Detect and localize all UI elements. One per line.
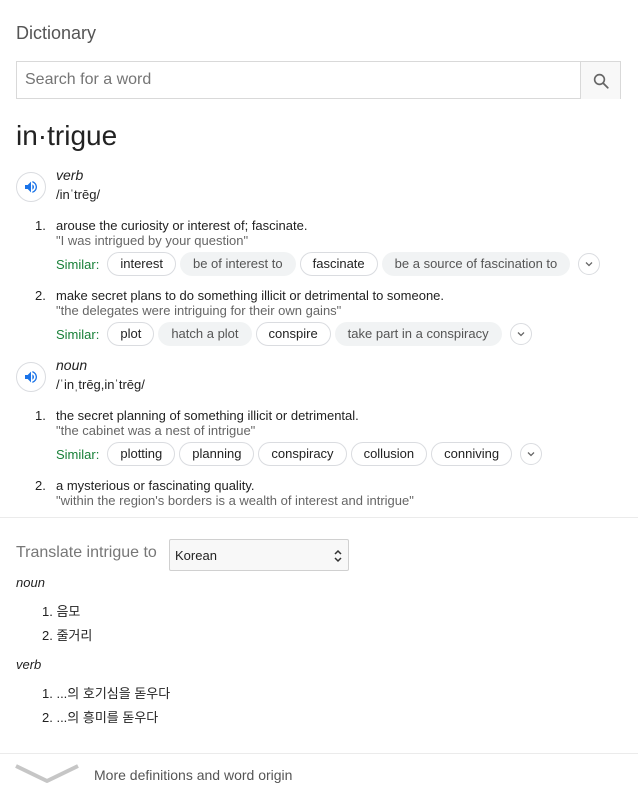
search-icon <box>593 73 609 89</box>
chevron-down-icon <box>527 452 535 457</box>
similar-label: Similar: <box>56 326 100 342</box>
expand-similar-button[interactable] <box>520 443 543 465</box>
pronunciation-audio-button[interactable] <box>16 362 46 392</box>
speaker-icon <box>25 181 37 193</box>
similar-chip[interactable]: plotting <box>107 442 176 466</box>
translation-item: 2. 줄거리 <box>42 628 93 643</box>
speaker-icon <box>25 371 37 383</box>
example: "the cabinet was a nest of intrigue" <box>56 423 256 438</box>
similar-chip[interactable]: planning <box>179 442 255 466</box>
translate-label: Translate intrigue to <box>16 544 157 561</box>
translation-pos: noun <box>16 575 45 590</box>
similar-chip[interactable]: plot <box>107 322 155 346</box>
similar-chip[interactable]: interest <box>107 252 176 276</box>
search-box <box>16 61 621 99</box>
sense-number: 1. <box>35 408 46 423</box>
chevron-down-icon <box>585 262 593 267</box>
definition: a mysterious or fascinating quality. <box>56 478 255 493</box>
headword: in·trigue <box>16 120 118 151</box>
divider <box>0 517 638 518</box>
similar-chip[interactable]: conniving <box>431 442 513 466</box>
card-title: Dictionary <box>16 23 97 43</box>
similar-row: Similar: interest be of interest to fasc… <box>56 251 601 277</box>
similar-label: Similar: <box>56 446 100 462</box>
definition: make secret plans to do something illici… <box>56 288 445 303</box>
similar-chip[interactable]: collusion <box>350 442 428 466</box>
similar-chip[interactable]: be of interest to <box>179 252 296 276</box>
divider <box>0 753 638 754</box>
pronunciation: /ˈinˌtrēɡ,inˈtrēɡ/ <box>56 377 145 392</box>
similar-row: Similar: plotting planning conspiracy co… <box>56 441 543 467</box>
part-of-speech: noun <box>56 357 88 373</box>
translation-item: 1. ...의 호기심을 돋우다 <box>42 686 171 701</box>
select-arrows-icon <box>334 549 342 563</box>
translation-pos: verb <box>16 657 42 672</box>
example: "the delegates were intriguing for their… <box>56 303 342 318</box>
example: "within the region's borders is a wealth… <box>56 493 414 508</box>
similar-chip[interactable]: be a source of fascination to <box>381 252 571 276</box>
part-of-speech: verb <box>56 167 84 183</box>
sense-number: 2. <box>35 288 46 303</box>
similar-row: Similar: plot hatch a plot conspire take… <box>56 321 532 347</box>
similar-label: Similar: <box>56 256 100 272</box>
similar-chip[interactable]: conspire <box>255 322 331 346</box>
example: "I was intrigued by your question" <box>56 233 249 248</box>
more-definitions-link[interactable]: More definitions and word origin <box>94 767 292 783</box>
language-select[interactable]: Korean <box>169 539 349 571</box>
expand-similar-button[interactable] <box>509 323 532 345</box>
chevron-down-icon[interactable] <box>14 763 80 785</box>
similar-chip[interactable]: conspiracy <box>258 442 347 466</box>
dictionary-card: Dictionary in·trigue verb /inˈtrēɡ/ 1. a… <box>0 0 638 794</box>
sense-number: 2. <box>35 478 46 493</box>
translation-item: 1. 음모 <box>42 604 81 619</box>
similar-chip[interactable]: fascinate <box>299 252 378 276</box>
search-input[interactable] <box>17 62 580 98</box>
definition: arouse the curiosity or interest of; fas… <box>56 218 308 233</box>
chevron-down-icon <box>517 332 525 337</box>
pronunciation: /inˈtrēɡ/ <box>56 187 101 202</box>
translation-item: 2. ...의 흥미를 돋우다 <box>42 710 159 725</box>
similar-chip[interactable]: take part in a conspiracy <box>334 322 502 346</box>
search-button[interactable] <box>580 62 620 99</box>
sense-number: 1. <box>35 218 46 233</box>
similar-chip[interactable]: hatch a plot <box>158 322 252 346</box>
language-select-value: Korean <box>175 548 217 563</box>
definition: the secret planning of something illicit… <box>56 408 359 423</box>
expand-similar-button[interactable] <box>578 253 601 275</box>
pronunciation-audio-button[interactable] <box>16 172 46 202</box>
